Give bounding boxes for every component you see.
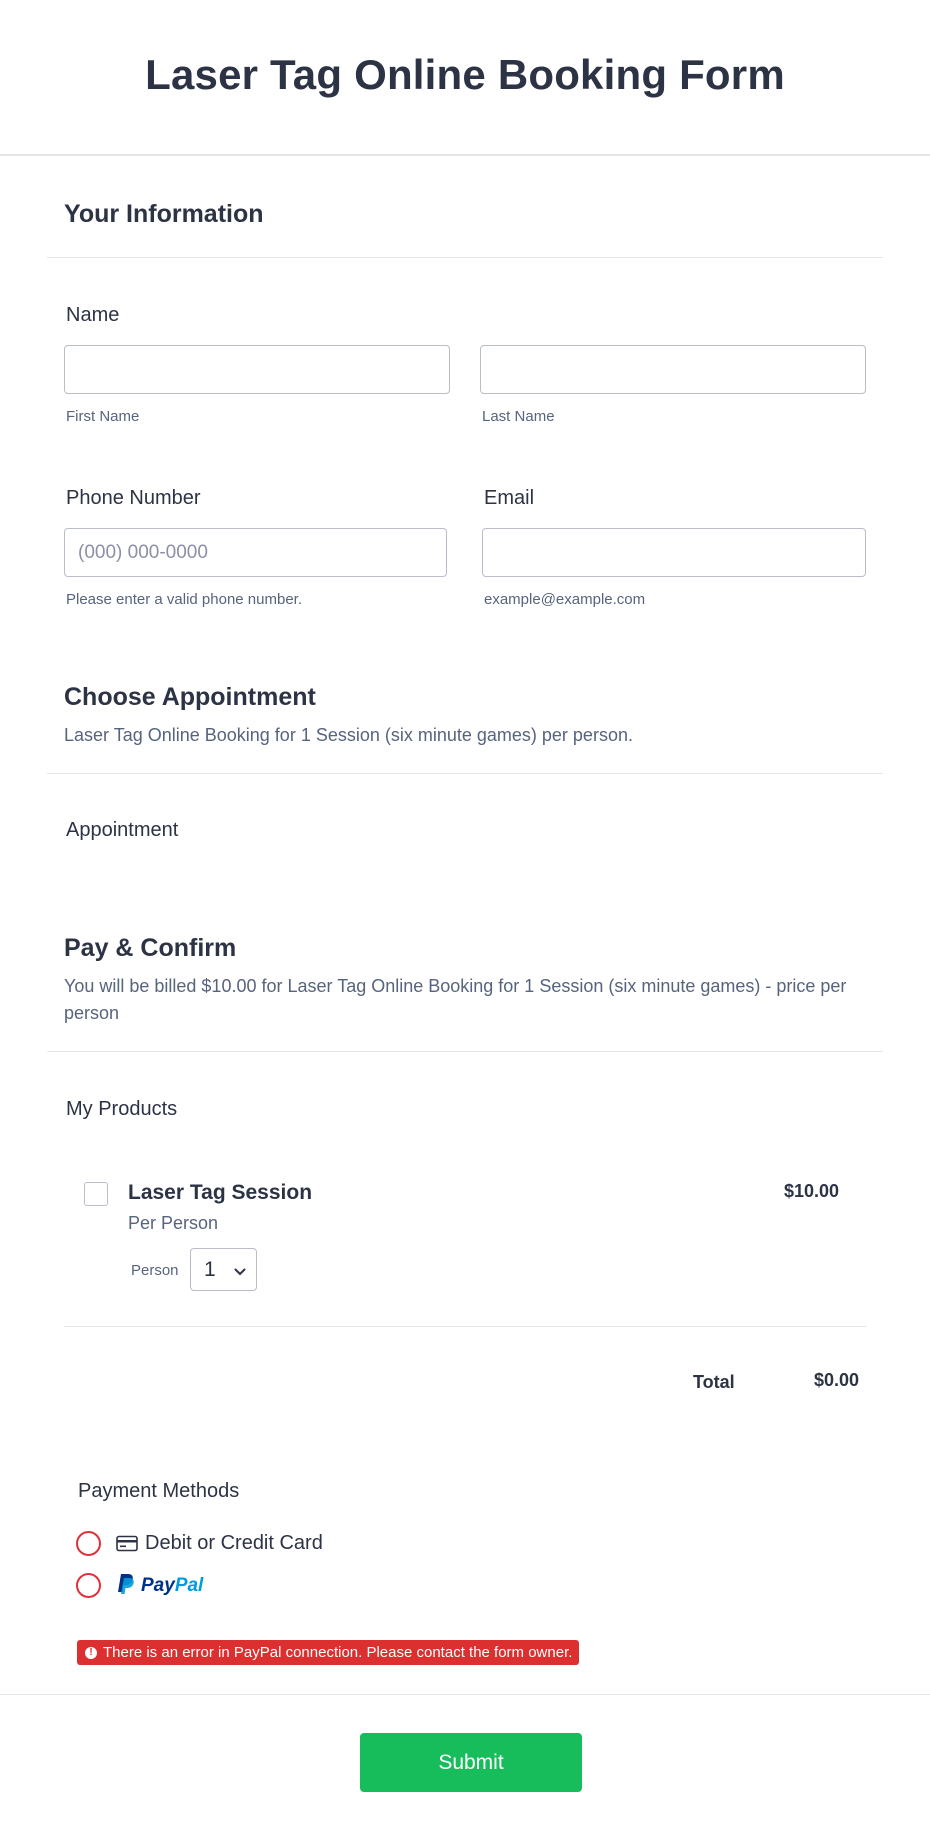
product-checkbox[interactable] <box>84 1182 108 1206</box>
phone-number-sublabel: Please enter a valid phone number. <box>66 591 302 608</box>
paypal-error-text: There is an error in PayPal connection. … <box>103 1644 573 1661</box>
total-label: Total <box>693 1372 735 1392</box>
name-label: Name <box>66 304 120 326</box>
your-information-heading: Your Information <box>64 200 264 228</box>
section-divider <box>47 773 883 774</box>
total-value: $0.00 <box>814 1370 860 1390</box>
email-label: Email <box>484 487 535 509</box>
last-name-sublabel: Last Name <box>482 408 555 425</box>
payment-description: You will be billed $10.00 for Laser Tag … <box>64 976 847 1023</box>
appointment-label: Appointment <box>66 819 179 841</box>
choose-appointment-heading: Choose Appointment <box>64 683 316 711</box>
paypal-logo-text[interactable]: PayPal <box>141 1575 203 1597</box>
email-input[interactable] <box>482 528 866 577</box>
product-name: Laser Tag Session <box>128 1181 313 1204</box>
product-divider <box>64 1326 866 1327</box>
paypal-logo-icon <box>116 1573 136 1600</box>
my-products-label: My Products <box>66 1098 178 1120</box>
paypal-brand-pay: Pay <box>141 1575 175 1596</box>
quantity-label: Person <box>131 1262 179 1279</box>
submit-button[interactable]: Submit <box>360 1733 582 1792</box>
chevron-down-icon <box>234 1263 246 1281</box>
email-sublabel: example@example.com <box>484 591 646 608</box>
quantity-select[interactable]: 1 <box>190 1248 257 1291</box>
section-divider <box>47 1051 883 1052</box>
credit-card-icon <box>116 1535 138 1557</box>
payment-methods-label: Payment Methods <box>78 1480 240 1502</box>
form-title: Laser Tag Online Booking Form <box>145 50 785 98</box>
footer-divider <box>0 1694 930 1695</box>
product-subtitle: Per Person <box>128 1213 219 1233</box>
paypal-brand-pal: Pal <box>174 1575 204 1596</box>
product-price: $10.00 <box>784 1181 840 1201</box>
last-name-input[interactable] <box>480 345 866 394</box>
paypal-payment-radio[interactable] <box>76 1573 101 1598</box>
phone-number-label: Phone Number <box>66 487 201 509</box>
card-payment-label[interactable]: Debit or Credit Card <box>145 1532 323 1555</box>
error-icon: ! <box>85 1646 97 1659</box>
card-payment-radio[interactable] <box>76 1531 101 1556</box>
appointment-description: Laser Tag Online Booking for 1 Session (… <box>64 725 633 745</box>
paypal-error-message: ! There is an error in PayPal connection… <box>77 1640 580 1665</box>
pay-confirm-heading: Pay & Confirm <box>64 934 237 962</box>
phone-number-input[interactable] <box>64 528 447 577</box>
first-name-input[interactable] <box>64 345 450 394</box>
section-divider <box>47 257 883 258</box>
quantity-value: 1 <box>204 1257 216 1281</box>
first-name-sublabel: First Name <box>66 408 140 425</box>
form-header: Laser Tag Online Booking Form <box>0 0 930 156</box>
